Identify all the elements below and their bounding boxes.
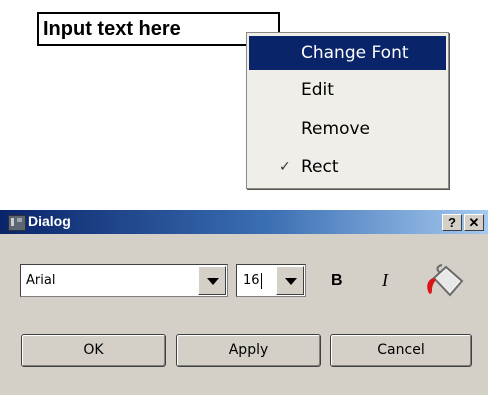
app-icon: [8, 215, 26, 231]
menu-item-change-font[interactable]: Change Font: [249, 36, 446, 70]
help-button[interactable]: ?: [442, 214, 462, 231]
ok-button[interactable]: OK: [21, 334, 166, 367]
menu-item-label: Edit: [301, 80, 334, 100]
menu-item-label: Change Font: [301, 43, 409, 63]
apply-button[interactable]: Apply: [176, 334, 321, 367]
menu-item-edit[interactable]: Edit: [249, 73, 446, 107]
chevron-down-icon[interactable]: [198, 266, 226, 295]
bold-button[interactable]: B: [331, 272, 343, 290]
text-input-box[interactable]: Input text here: [37, 12, 280, 46]
font-family-select[interactable]: Arial: [20, 264, 228, 297]
text-caret: [260, 272, 262, 289]
font-size-value: 16: [243, 273, 260, 288]
dialog-titlebar[interactable]: Dialog ? ✕: [0, 210, 488, 234]
paint-bucket-icon: [427, 264, 464, 297]
menu-item-label: Remove: [301, 119, 370, 139]
chevron-down-icon[interactable]: [276, 266, 304, 295]
menu-item-remove[interactable]: Remove: [249, 112, 446, 146]
checkmark-icon: ✓: [279, 159, 291, 175]
menu-item-label: Rect: [301, 157, 339, 177]
italic-button[interactable]: I: [382, 270, 388, 291]
text-color-button[interactable]: [420, 262, 466, 302]
close-button[interactable]: ✕: [464, 214, 484, 231]
cancel-button[interactable]: Cancel: [330, 334, 472, 367]
context-menu: Change Font Edit Remove ✓ Rect: [246, 32, 449, 189]
menu-item-rect[interactable]: ✓ Rect: [249, 150, 446, 184]
font-size-select[interactable]: 16: [236, 264, 306, 297]
font-dialog: Dialog ? ✕ Arial 16 B I OK Apply Cancel: [0, 210, 488, 395]
dialog-title: Dialog: [28, 213, 71, 229]
font-family-value: Arial: [26, 273, 56, 288]
